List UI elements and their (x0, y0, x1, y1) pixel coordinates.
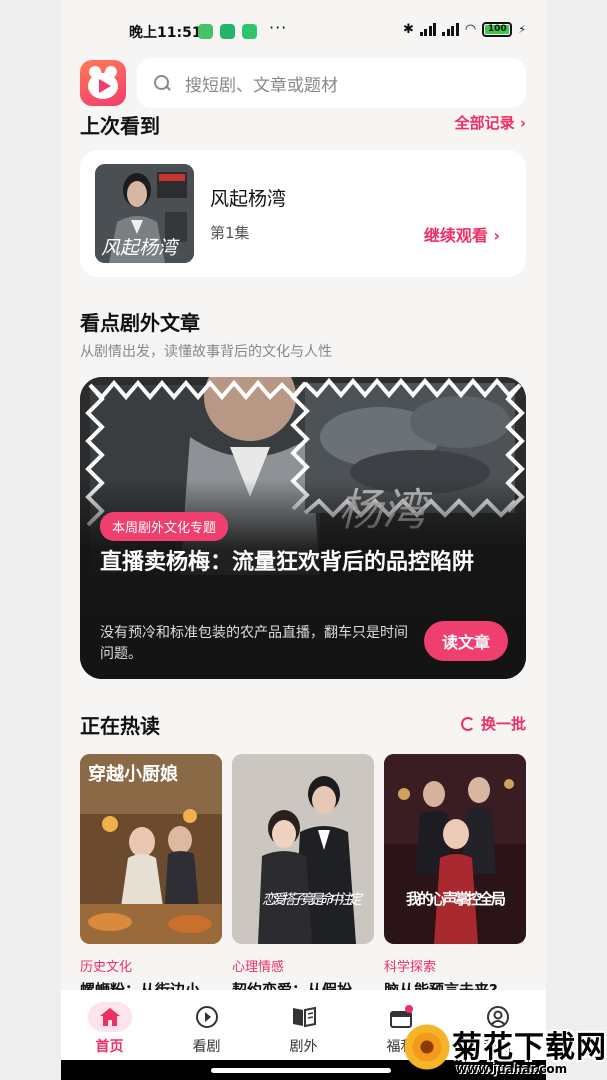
charging-icon: ⚡ (518, 23, 526, 36)
articles-subtitle: 从剧情出发，读懂故事背后的文化与人性 (80, 344, 332, 360)
search-icon (153, 74, 171, 92)
battery-icon: 100 (482, 22, 513, 37)
watermark-text: 菊花下载网 (452, 1030, 607, 1065)
home-icon (87, 1002, 132, 1032)
svg-text:恋爱搭子竟是命中注定: 恋爱搭子竟是命中注定 (262, 892, 364, 908)
app-logo[interactable] (80, 60, 126, 106)
watermark-url: www.juahar.com (456, 1062, 568, 1076)
app-notification-icon (198, 24, 213, 39)
article-description: 没有预冷和标准包装的农产品直播，翻车只是时间问题。 (100, 625, 408, 662)
book-card[interactable]: 我的心声掌控全局 科学探索 脑从能预言未来? (384, 754, 526, 999)
nav-articles[interactable]: 剧外 (255, 990, 352, 1060)
home-indicator[interactable] (211, 1068, 391, 1073)
book-icon (282, 1002, 326, 1032)
nav-home[interactable]: 首页 (61, 990, 158, 1060)
last-watched-title: 上次看到 (80, 114, 160, 138)
topic-badge: 本周剧外文化专题 (100, 512, 229, 541)
book-cover: 恋爱搭子竟是命中注定 (232, 754, 374, 944)
article-title: 直播卖杨梅：流量狂欢背后的品控陷阱 (100, 550, 475, 575)
status-time: 晚上11:51 (129, 25, 202, 41)
book-category: 心理情感 (232, 960, 285, 975)
more-notifications-icon: ··· (269, 18, 288, 37)
phone-notification-icon (242, 24, 257, 39)
book-cover: 我的心声掌控全局 (384, 754, 526, 944)
play-icon (185, 1002, 229, 1032)
bluetooth-icon: ✱ (403, 22, 414, 37)
book-cover: 穿越小厨娘 (80, 754, 222, 944)
featured-article-card[interactable]: 杨湾 本周剧外文化专题 直播卖杨梅：流量狂欢背后的品控陷阱 没有预冷和标准包装的… (80, 377, 526, 679)
book-category: 科学探索 (384, 960, 437, 975)
flower-logo-icon (404, 1024, 450, 1070)
read-article-button[interactable]: 读文章 (424, 621, 508, 661)
continue-watching-button[interactable]: 继续观看 › (424, 222, 500, 246)
svg-text:穿越小厨娘: 穿越小厨娘 (88, 763, 178, 785)
drama-poster: 风起杨湾 (95, 164, 194, 263)
signal-icon (419, 23, 437, 36)
shield-notification-icon (220, 24, 235, 39)
drama-title: 风起杨湾 (210, 188, 287, 210)
episode-label: 第1集 (210, 224, 250, 242)
status-right: ✱ ◠ 100 ⚡ (403, 22, 526, 37)
all-records-link[interactable]: 全部记录 › (455, 112, 526, 133)
refresh-icon (460, 716, 475, 731)
book-card[interactable]: 穿越小厨娘 历史文化 螺蛳粉：从街边小 (80, 754, 222, 999)
nav-watch[interactable]: 看剧 (158, 990, 255, 1060)
app-screen: 晚上11:51 ··· ✱ ◠ 100 ⚡ 搜短剧、文章或题材 上次看到 全部记… (61, 0, 546, 1080)
hot-reading-title: 正在热读 (80, 714, 160, 738)
svg-text:我的心声掌控全局: 我的心声掌控全局 (406, 890, 506, 908)
book-card[interactable]: 恋爱搭子竟是命中注定 心理情感 契约恋爱：从假扮 (232, 754, 374, 999)
watermark: 菊花下载网 www.juahar.com (398, 1022, 607, 1080)
search-input[interactable]: 搜短剧、文章或题材 (137, 58, 526, 108)
search-placeholder: 搜短剧、文章或题材 (185, 75, 338, 96)
book-category: 历史文化 (80, 960, 133, 975)
play-icon (99, 79, 111, 93)
status-bar: 晚上11:51 ··· ✱ ◠ 100 ⚡ (61, 0, 546, 62)
hot-book-list: 穿越小厨娘 历史文化 螺蛳粉：从街边小 恋爱搭子竟是命中注定 (80, 754, 526, 999)
articles-title: 看点剧外文章 (80, 311, 200, 335)
wifi-icon: ◠ (464, 22, 477, 37)
svg-text:风起杨湾: 风起杨湾 (101, 237, 180, 259)
refresh-button[interactable]: 换一批 (460, 713, 526, 734)
last-watched-card[interactable]: 风起杨湾 风起杨湾 第1集 继续观看 › (80, 150, 526, 277)
signal-icon-2 (442, 23, 459, 36)
